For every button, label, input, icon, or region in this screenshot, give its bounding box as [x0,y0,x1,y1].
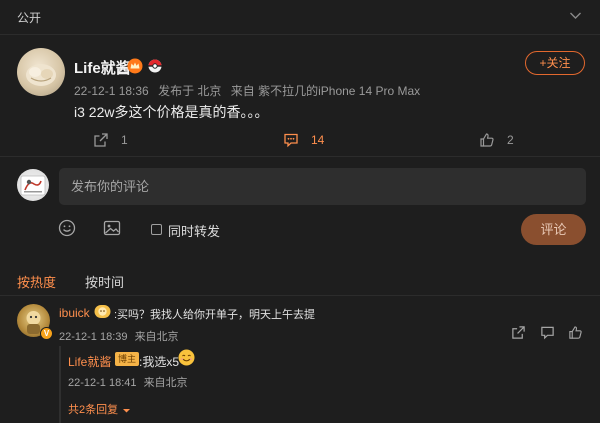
smile-emoji-icon [178,349,195,371]
submit-comment-button[interactable]: 评论 [521,214,586,245]
crown-badge-icon [127,58,143,79]
comment-username[interactable]: ibuick [59,306,90,320]
comment-reply-icon[interactable] [540,325,555,345]
emoji-icon[interactable] [58,219,76,242]
thumbs-up-icon [480,133,494,147]
section-divider [0,156,600,157]
comment-meta: 22-12-1 18:39 来自北京 [59,328,183,344]
comment-button[interactable]: 14 [283,130,324,150]
share-count: 1 [121,133,128,147]
top-bar: 公开 [0,0,600,35]
comment-icon [284,133,298,148]
verified-badge-icon: V [40,327,53,340]
comment-share-icon[interactable] [511,325,526,345]
reply-username[interactable]: Life就酱 [68,353,111,370]
reply-location: 来自北京 [143,377,188,389]
author-avatar[interactable] [17,48,65,96]
tab-sort-hot[interactable]: 按热度 [17,272,56,291]
image-icon[interactable] [103,219,121,242]
user-level-badge-icon [94,304,111,324]
comment-text: :买吗？我找人给你开单子，明天上午去提 [114,309,316,321]
more-replies-label: 共2条回复 [68,404,119,416]
current-user-avatar[interactable] [17,169,49,201]
post-text: i3 22w多这个价格是真的香。。。 [74,104,269,120]
share-icon [94,133,108,147]
like-button[interactable]: 2 [479,130,514,150]
share-button[interactable]: 1 [93,130,128,150]
like-count: 2 [507,133,514,147]
comment-input[interactable]: 发布你的评论 [59,168,586,205]
weibo-post-page: 公开 Life就酱 22-12-1 18:36 发布于 北京 来自 紫不拉几的i… [0,0,600,423]
reply-text: :我选x5 [139,355,180,369]
post-time: 22-12-1 18:36 [74,84,149,98]
post-location: 发布于 北京 [158,84,222,98]
post-meta: 22-12-1 18:36 发布于 北京 来自 紫不拉几的iPhone 14 P… [74,82,426,99]
comment-like-icon[interactable] [568,325,583,345]
post-source: 来自 紫不拉几的iPhone 14 Pro Max [230,84,421,98]
repost-label[interactable]: 同时转发 [168,221,220,240]
repost-checkbox[interactable] [151,224,162,235]
caret-down-icon [123,408,131,413]
author-name[interactable]: Life就酱 [74,57,131,78]
chevron-down-icon[interactable] [569,9,582,27]
reply-thread-line [59,346,61,423]
pokeball-badge-icon [148,59,162,78]
visibility-label: 公开 [17,11,42,25]
reply-meta: 22-12-1 18:41 来自北京 [68,374,192,390]
reply-time: 22-12-1 18:41 [68,377,137,389]
more-replies-link[interactable]: 共2条回复 [68,401,131,417]
comments-divider [0,295,600,296]
follow-button[interactable]: +关注 [525,51,585,75]
tab-sort-time[interactable]: 按时间 [85,272,124,291]
comment-location: 来自北京 [134,331,179,343]
comment-time: 22-12-1 18:39 [59,331,128,343]
author-tag-badge: 博主 [115,352,140,366]
comment-count: 14 [311,133,325,147]
